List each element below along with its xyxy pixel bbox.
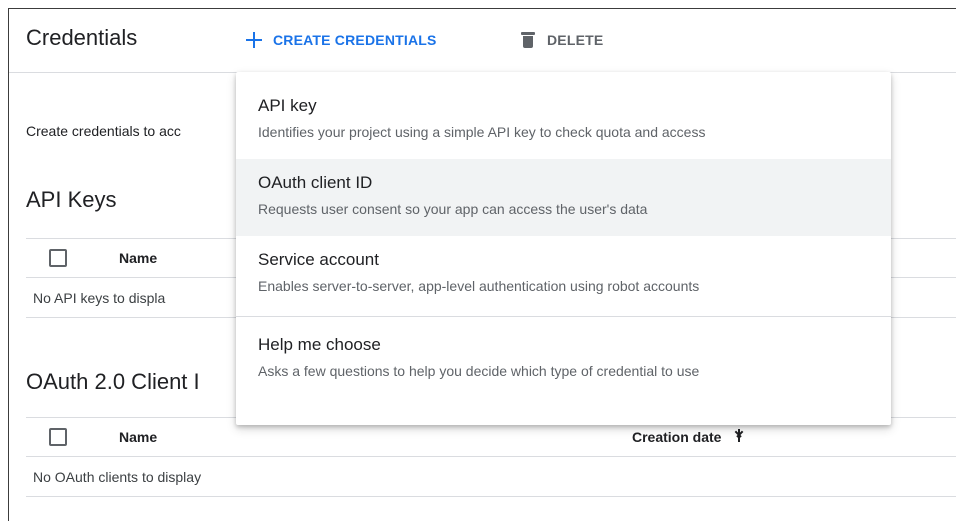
trash-icon [521, 32, 535, 48]
select-all-checkbox[interactable] [49, 428, 67, 446]
menu-item-api-key[interactable]: API key Identifies your project using a … [236, 82, 891, 159]
delete-label: DELETE [547, 32, 604, 48]
intro-text: Create credentials to acc [26, 123, 181, 139]
menu-item-description: Enables server-to-server, app-level auth… [258, 278, 700, 294]
create-credentials-label: CREATE CREDENTIALS [273, 32, 437, 48]
menu-item-description: Asks a few questions to help you decide … [258, 363, 700, 379]
menu-item-title: OAuth client ID [258, 173, 373, 192]
arrow-down-icon [731, 429, 747, 445]
api-keys-title: API Keys [26, 187, 117, 212]
menu-item-oauth-client-id[interactable]: OAuth client ID Requests user consent so… [236, 159, 891, 236]
menu-item-description: Requests user consent so your app can ac… [258, 201, 648, 217]
page-title: Credentials [26, 25, 138, 50]
select-all-checkbox[interactable] [49, 249, 67, 267]
creation-date-label: Creation date [632, 429, 722, 445]
create-credentials-button[interactable]: CREATE CREDENTIALS [245, 26, 437, 54]
menu-divider [236, 316, 891, 317]
creation-date-column-header[interactable]: Creation date [632, 429, 747, 445]
name-column-header[interactable]: Name [119, 250, 157, 266]
oauth-clients-title: OAuth 2.0 Client I [26, 369, 200, 394]
menu-item-description: Identifies your project using a simple A… [258, 124, 706, 140]
name-column-header[interactable]: Name [119, 429, 157, 445]
oauth-clients-table: Name Creation date No OAuth clients to d… [26, 417, 956, 497]
plus-icon [245, 31, 263, 49]
menu-item-title: Service account [258, 250, 379, 269]
menu-item-service-account[interactable]: Service account Enables server-to-server… [236, 236, 891, 308]
create-credentials-menu: API key Identifies your project using a … [236, 72, 891, 425]
delete-button[interactable]: DELETE [521, 26, 603, 54]
menu-item-help-me-choose[interactable]: Help me choose Asks a few questions to h… [236, 325, 891, 402]
empty-message: No OAuth clients to display [33, 468, 202, 485]
credentials-page: Credentials CREATE CREDENTIALS DELETE Cr… [8, 8, 956, 521]
empty-message: No API keys to displa [33, 289, 166, 306]
menu-item-title: API key [258, 96, 317, 115]
page-header: Credentials CREATE CREDENTIALS DELETE [9, 9, 956, 73]
menu-item-title: Help me choose [258, 335, 381, 354]
empty-row: No OAuth clients to display [26, 457, 956, 497]
